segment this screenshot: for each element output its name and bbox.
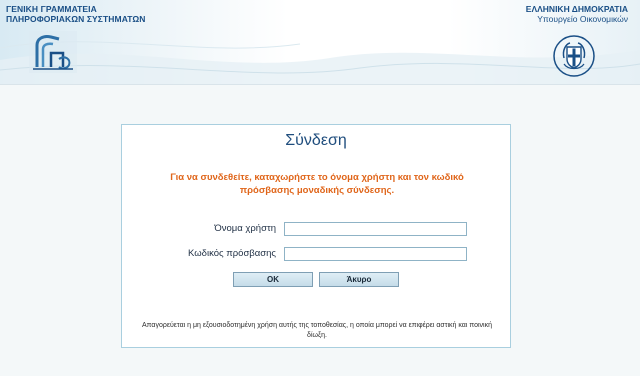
- password-label: Κωδικός πρόσβασης: [188, 248, 276, 259]
- login-panel: Σύνδεση Για να συνδεθείτε, καταχωρήστε τ…: [121, 124, 511, 348]
- state-title: ΕΛΛΗΝΙΚΗ ΔΗΜΟΚΡΑΤΙΑ Υπουργείο Οικονομικώ…: [526, 4, 628, 24]
- state-title-line1: ΕΛΛΗΝΙΚΗ ΔΗΜΟΚΡΑΤΙΑ: [525, 4, 628, 14]
- cancel-button[interactable]: Άκυρο: [319, 272, 399, 287]
- login-instructions: Για να συνδεθείτε, καταχωρήστε το όνομα …: [170, 172, 464, 196]
- gsis-logo-icon: [29, 31, 77, 73]
- login-page: ΓΕΝΙΚΗ ΓΡΑΜΜΑΤΕΙΑ ΠΛΗΡΟΦΟΡΙΑΚΩΝ ΣΥΣΤΗΜΑΤ…: [0, 0, 640, 376]
- username-label: Όνομα χρήστη: [214, 223, 276, 234]
- gsis-title-line1: ΓΕΝΙΚΗ ΓΡΑΜΜΑΤΕΙΑ: [6, 4, 97, 14]
- password-input[interactable]: [284, 247, 467, 261]
- header-banner: ΓΕΝΙΚΗ ΓΡΑΜΜΑΤΕΙΑ ΠΛΗΡΟΦΟΡΙΑΚΩΝ ΣΥΣΤΗΜΑΤ…: [0, 0, 640, 85]
- state-title-line2: Υπουργείο Οικονομικών: [537, 14, 628, 24]
- gsis-title: ΓΕΝΙΚΗ ΓΡΑΜΜΑΤΕΙΑ ΠΛΗΡΟΦΟΡΙΑΚΩΝ ΣΥΣΤΗΜΑΤ…: [6, 4, 146, 24]
- legal-warning-text: Απαγορεύεται η μη εξουσιοδοτημένη χρήση …: [142, 322, 492, 339]
- gsis-title-line2: ΠΛΗΡΟΦΟΡΙΑΚΩΝ ΣΥΣΤΗΜΑΤΩΝ: [6, 14, 146, 24]
- ok-button[interactable]: OK: [233, 272, 313, 287]
- greek-coat-of-arms-icon: [553, 35, 595, 77]
- username-input[interactable]: [284, 222, 467, 236]
- login-title: Σύνδεση: [285, 132, 347, 149]
